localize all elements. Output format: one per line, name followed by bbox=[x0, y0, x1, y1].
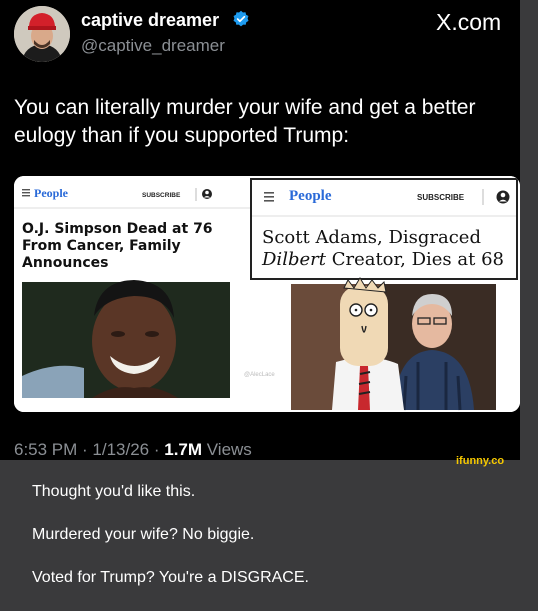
right-brand-logo: People bbox=[289, 188, 332, 204]
right-headline-line2: Dilbert Creator, Dies at 68 bbox=[261, 249, 504, 270]
left-photo bbox=[22, 280, 230, 398]
screenshot-page: captive dreamer @captive_dreamer X.com Y… bbox=[0, 0, 538, 606]
avatar-image bbox=[14, 6, 70, 62]
left-account-icon bbox=[202, 189, 212, 199]
left-brand-logo: People bbox=[34, 186, 69, 200]
avatar[interactable] bbox=[14, 6, 70, 62]
display-name[interactable]: captive dreamer bbox=[81, 10, 219, 31]
right-account-icon bbox=[496, 190, 510, 204]
site-label: X.com bbox=[436, 9, 502, 35]
note-line-1: Thought you'd like this. bbox=[32, 483, 196, 500]
views-count: 1.7M bbox=[164, 440, 203, 459]
left-headline-line2: From Cancer, Family bbox=[22, 238, 181, 254]
tweet-media[interactable]: People SUBSCRIBE O.J. Simpson Dead at 76… bbox=[14, 176, 520, 412]
note-line-2: Murdered your wife? No biggie. bbox=[32, 526, 255, 543]
left-headline-line1: O.J. Simpson Dead at 76 bbox=[22, 221, 213, 237]
verified-badge-icon bbox=[233, 10, 249, 27]
photo-credit: @AlecLace bbox=[244, 372, 275, 378]
tweet-timestamp[interactable]: 6:53 PM · 1/13/26 · bbox=[14, 440, 164, 459]
ifunny-watermark: ifunny.co bbox=[456, 455, 505, 467]
right-subscribe-label: SUBSCRIBE bbox=[417, 193, 465, 202]
user-handle[interactable]: @captive_dreamer bbox=[81, 36, 225, 56]
left-headline-line3: Announces bbox=[22, 255, 108, 271]
left-subscribe-label: SUBSCRIBE bbox=[142, 192, 181, 199]
tweet-meta: 6:53 PM · 1/13/26 · 1.7M Views bbox=[14, 440, 252, 460]
note-line-3: Voted for Trump? You're a DISGRACE. bbox=[32, 569, 309, 586]
right-headline-line1: Scott Adams, Disgraced bbox=[262, 227, 481, 248]
views-label: Views bbox=[202, 440, 252, 459]
tweet-text: You can literally murder your wife and g… bbox=[14, 96, 476, 147]
tweet-card: captive dreamer @captive_dreamer X.com Y… bbox=[0, 0, 520, 467]
left-menu-icon bbox=[22, 189, 30, 197]
people-comparison-image: People SUBSCRIBE O.J. Simpson Dead at 76… bbox=[14, 176, 520, 412]
post-description: Thought you'd like this. Murdered your w… bbox=[32, 482, 309, 611]
right-menu-icon bbox=[264, 192, 274, 202]
right-photo bbox=[291, 277, 496, 411]
right-headline-line2-rest: Creator, Dies at 68 bbox=[326, 249, 504, 270]
dilbert-word: Dilbert bbox=[261, 249, 327, 270]
